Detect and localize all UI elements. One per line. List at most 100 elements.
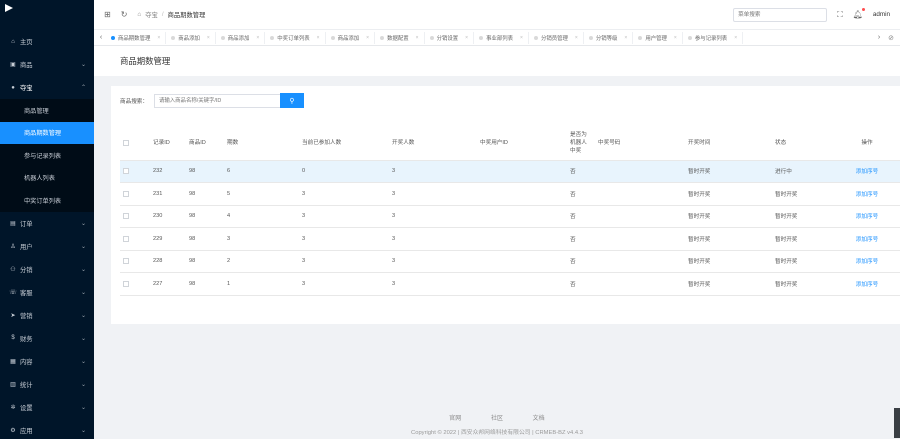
row-checkbox[interactable] [123,213,129,219]
sidebar-subitem-winning-orders[interactable]: 中奖订单列表 [0,189,94,212]
close-icon[interactable]: × [366,35,369,41]
tab-distribution-level[interactable]: 分销等级 × [584,31,634,44]
tab-label: 商品添加 [337,35,360,42]
cell-winner-id [477,272,567,296]
sidebar-item-apps[interactable]: ⚙ 应用 ⌄ [0,419,94,439]
tab-winning-orders[interactable]: 中奖订单列表 × [265,31,326,44]
close-icon[interactable]: × [674,35,677,41]
add-code-link[interactable]: 添加序号 [856,259,878,265]
tab-period-manage[interactable]: 商品期数管理 × [106,31,167,44]
top-bar-right: ⛶ 🔔︎ admin [733,7,890,22]
sidebar-item-user[interactable]: ♙ 用户 ⌄ [0,235,94,258]
sidebar-item-content[interactable]: ▦ 内容 ⌄ [0,350,94,373]
add-code-link[interactable]: 添加序号 [856,192,878,198]
tab-distributor-manage[interactable]: 分销员管理 × [529,31,584,44]
sidebar-subitem-period-manage[interactable]: 商品期数管理 [0,121,94,144]
close-icon[interactable]: × [734,35,737,41]
fullscreen-icon[interactable]: ⛶ [837,10,843,20]
close-icon[interactable]: × [520,35,523,41]
sidebar-item-home[interactable]: ⌂ 主页 [0,30,94,53]
sidebar: ⌂ 主页 ▣ 商品 ⌄ ● 夺宝 ⌃ 商品管理 商品期数管理 参与记录列表 机器人列表 中… [0,0,94,439]
add-code-link[interactable]: 添加序号 [856,237,878,243]
row-checkbox[interactable] [123,168,129,174]
sidebar-subitem-goods-manage[interactable]: 商品管理 [0,99,94,122]
cell-period: 2 [224,250,299,273]
cell-draw-time: 暂时开奖 [685,272,772,296]
sidebar-item-stats[interactable]: ▥ 统计 ⌄ [0,373,94,396]
close-icon[interactable]: × [157,35,160,41]
close-icon[interactable]: × [416,35,419,41]
sidebar-item-lottery[interactable]: ● 夺宝 ⌃ [0,76,94,99]
table-row: 230 98 4 3 3 否 暂时开奖 暂时开奖 添加序号 [120,205,900,228]
sidebar-item-goods[interactable]: ▣ 商品 ⌄ [0,53,94,76]
footer-link-website[interactable]: 官网 [449,416,461,422]
apps-icon: ⚙ [10,427,16,434]
tab-division-list[interactable]: 事业部列表 × [474,31,529,44]
chevron-down-icon: ⌄ [80,220,86,227]
select-all-checkbox[interactable] [123,139,129,146]
close-icon[interactable]: × [256,35,259,41]
sidebar-item-distribution[interactable]: ⚇ 分销 ⌄ [0,258,94,281]
tabs-scroll-left-icon[interactable]: ‹ [96,34,106,41]
sidebar-item-label: 客服 [20,289,33,297]
add-code-link[interactable]: 添加序号 [856,282,878,288]
close-icon[interactable]: × [465,35,468,41]
row-checkbox[interactable] [123,280,129,287]
sidebar-item-finance[interactable]: $ 财务 ⌄ [0,327,94,350]
cell-is-robot: 否 [567,227,595,251]
tab-distribution-settings[interactable]: 分销设置 × [425,31,475,44]
cell-record-id: 230 [150,205,186,228]
menu-toggle-icon[interactable]: ⊞ [104,10,111,19]
cell-draw-time: 暂时开奖 [685,250,772,273]
sidebar-item-service[interactable]: ☏ 客服 ⌄ [0,281,94,304]
cell-winning-code [595,160,685,183]
menu-search-input[interactable] [733,7,828,22]
add-code-link[interactable]: 添加序号 [856,169,878,175]
row-checkbox[interactable] [123,190,129,197]
search-button[interactable]: ⚲ [279,93,304,108]
tab-goods-add-3[interactable]: 商品添加 × [326,31,376,44]
footer-link-community[interactable]: 社区 [491,416,503,422]
cell-is-robot: 否 [567,182,595,206]
sidebar-subitem-participation-records[interactable]: 参与记录列表 [0,144,94,167]
close-icon[interactable]: × [624,35,627,41]
tabs-scroll-right-icon[interactable]: › [874,34,884,41]
close-icon[interactable]: × [575,35,578,41]
tab-participation-records[interactable]: 参与记录列表 × [683,31,744,44]
row-checkbox[interactable] [123,258,129,264]
order-icon: ▤ [10,220,16,227]
chevron-down-icon: ⌄ [80,266,86,273]
tab-dot [220,35,225,40]
goods-search-input[interactable] [153,93,280,108]
bell-icon[interactable]: 🔔︎ [853,8,865,19]
sidebar-item-order[interactable]: ▤ 订单 ⌄ [0,212,94,235]
tab-dot [588,35,593,40]
tab-user-manage[interactable]: 用户管理 × [633,31,683,44]
sidebar-item-settings[interactable]: ✲ 设置 ⌄ [0,396,94,419]
chevron-down-icon: ⌄ [80,62,86,68]
tab-label: 事业部列表 [486,35,514,42]
tab-goods-add[interactable]: 商品添加 × [166,31,216,44]
row-checkbox[interactable] [123,235,129,242]
username[interactable]: admin [873,11,890,18]
add-code-link[interactable]: 添加序号 [856,214,878,220]
chevron-down-icon: ⌄ [80,427,86,434]
tabs-menu-icon[interactable]: ⊘ [884,34,898,42]
footer-link-docs[interactable]: 文档 [533,416,545,422]
close-icon[interactable]: × [207,35,210,41]
refresh-icon[interactable]: ↻ [121,10,128,19]
lottery-icon: ● [11,84,15,91]
tab-goods-add-2[interactable]: 商品添加 × [216,31,266,44]
breadcrumb-root[interactable]: 夺宝 [145,10,158,19]
sidebar-item-marketing[interactable]: ➤ 营销 ⌄ [0,304,94,327]
cell-winning-code [595,250,685,273]
col-draw-time: 开奖时间 [685,127,772,161]
cell-winner-id [477,160,567,183]
side-handle[interactable] [894,408,900,438]
sidebar-subitem-robot-list[interactable]: 机器人列表 [0,167,94,190]
close-icon[interactable]: × [317,35,320,41]
logo[interactable] [0,0,94,30]
tab-data-config[interactable]: 数据配置 × [375,31,425,44]
chevron-down-icon: ⌄ [80,335,86,342]
tab-dot [687,35,692,40]
